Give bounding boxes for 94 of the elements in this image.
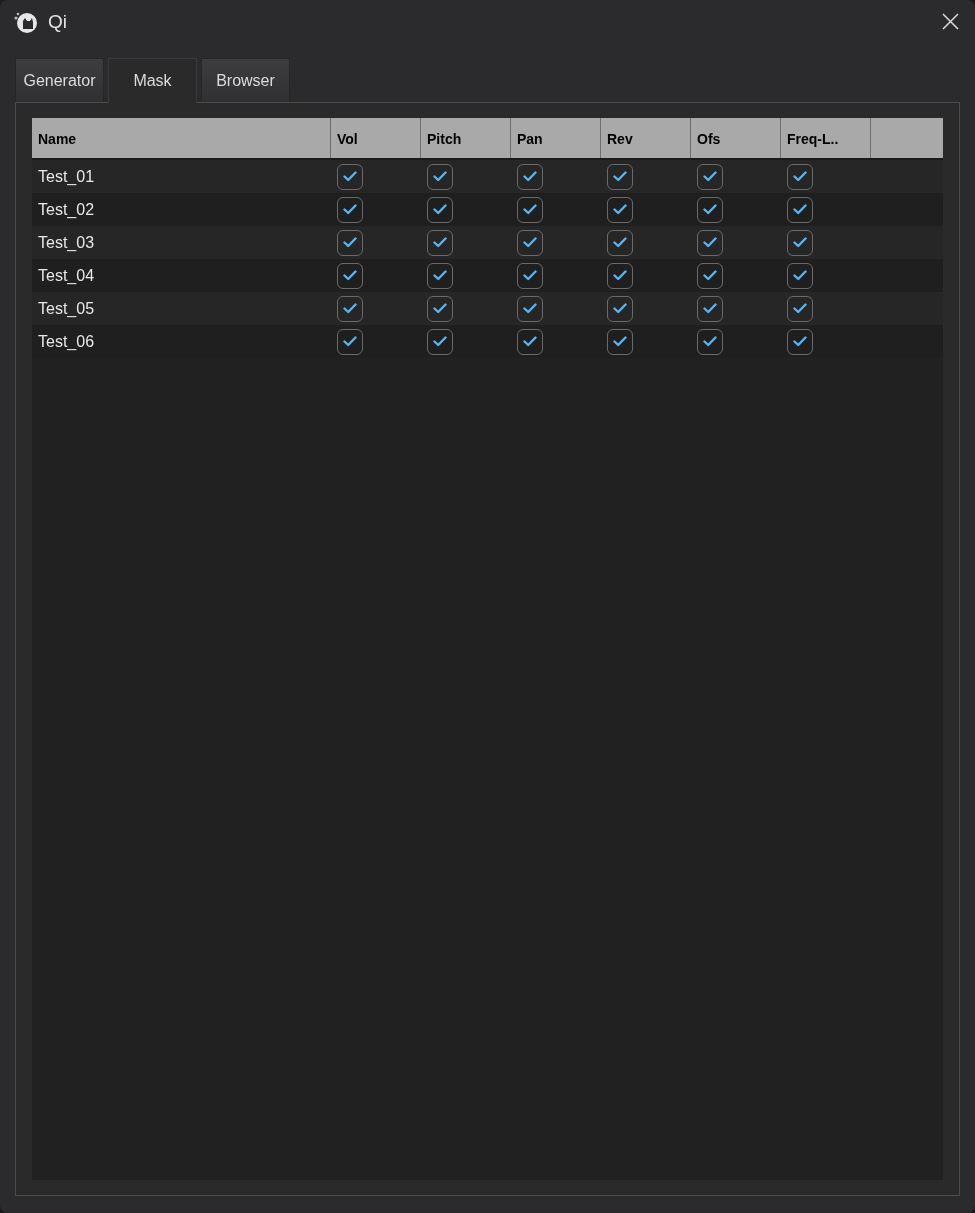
checkbox[interactable] (517, 328, 543, 355)
checkbox[interactable] (427, 196, 453, 223)
checkmark-icon (613, 204, 627, 215)
checkmark-icon (343, 204, 357, 215)
checkbox[interactable] (787, 196, 813, 223)
tab[interactable]: Generator (15, 58, 104, 102)
checkbox[interactable] (337, 229, 363, 256)
checkmark-icon (613, 336, 627, 347)
checkbox[interactable] (427, 229, 453, 256)
checkbox[interactable] (517, 196, 543, 223)
checkmark-icon (703, 336, 717, 347)
column-header[interactable]: Freq-L.. (781, 118, 871, 158)
checkbox[interactable] (427, 262, 453, 289)
table-row[interactable]: Test_05 (32, 292, 943, 325)
checkbox[interactable] (697, 163, 723, 190)
row-name-cell-text: Test_06 (37, 332, 96, 351)
checkmark-icon (433, 171, 447, 182)
checkmark-icon (523, 171, 537, 182)
checkmark-icon (703, 303, 717, 314)
checkmark-icon (433, 336, 447, 347)
tab[interactable]: Browser (201, 58, 290, 102)
checkmark-icon (433, 270, 447, 281)
checkmark-icon (343, 303, 357, 314)
checkbox[interactable] (787, 295, 813, 322)
checkbox[interactable] (427, 295, 453, 322)
column-header[interactable]: Pan (511, 118, 601, 158)
checkbox[interactable] (427, 163, 453, 190)
row-name-cell-text: Test_04 (37, 266, 96, 285)
checkmark-icon (793, 336, 807, 347)
table-row[interactable]: Test_03 (32, 226, 943, 259)
checkmark-icon (613, 171, 627, 182)
checkmark-icon (433, 204, 447, 215)
checkbox[interactable] (787, 163, 813, 190)
checkbox[interactable] (337, 262, 363, 289)
checkbox[interactable] (607, 163, 633, 190)
checkmark-icon (703, 171, 717, 182)
checkbox[interactable] (697, 196, 723, 223)
checkbox[interactable] (427, 328, 453, 355)
checkbox[interactable] (337, 163, 363, 190)
tab[interactable]: Mask (108, 58, 197, 103)
checkbox[interactable] (607, 196, 633, 223)
checkmark-icon (343, 237, 357, 248)
checkbox[interactable] (787, 262, 813, 289)
checkbox[interactable] (787, 229, 813, 256)
column-header[interactable]: Rev (601, 118, 691, 158)
column-header[interactable]: Name (32, 118, 331, 158)
checkmark-icon (343, 336, 357, 347)
column-header[interactable]: Vol (331, 118, 421, 158)
checkmark-icon (793, 204, 807, 215)
checkbox[interactable] (337, 328, 363, 355)
checkmark-icon (703, 204, 717, 215)
checkbox[interactable] (787, 328, 813, 355)
checkbox[interactable] (517, 163, 543, 190)
window-title: Qi (48, 11, 67, 33)
checkmark-icon (793, 270, 807, 281)
column-header[interactable]: Ofs (691, 118, 781, 158)
checkmark-icon (433, 303, 447, 314)
checkmark-icon (613, 237, 627, 248)
checkbox[interactable] (697, 229, 723, 256)
checkmark-icon (523, 270, 537, 281)
column-header[interactable]: Pitch (421, 118, 511, 158)
checkbox[interactable] (607, 262, 633, 289)
table-row[interactable]: Test_01 (32, 160, 943, 193)
row-name-cell-text: Test_02 (37, 200, 96, 219)
checkbox[interactable] (697, 262, 723, 289)
close-icon (941, 12, 959, 30)
checkmark-icon (523, 336, 537, 347)
checkmark-icon (613, 303, 627, 314)
checkmark-icon (703, 237, 717, 248)
checkbox[interactable] (517, 295, 543, 322)
checkmark-icon (343, 171, 357, 182)
row-name-cell-text: Test_05 (37, 299, 96, 318)
row-name-cell-text: Test_03 (37, 233, 96, 252)
checkmark-icon (433, 237, 447, 248)
checkbox[interactable] (697, 328, 723, 355)
checkmark-icon (793, 171, 807, 182)
checkbox[interactable] (697, 295, 723, 322)
checkmark-icon (523, 204, 537, 215)
checkbox[interactable] (607, 229, 633, 256)
checkmark-icon (523, 237, 537, 248)
checkmark-icon (793, 237, 807, 248)
row-name-cell-text: Test_01 (37, 167, 96, 186)
checkbox[interactable] (517, 229, 543, 256)
checkmark-icon (793, 303, 807, 314)
app-logo-icon (13, 10, 37, 34)
checkbox[interactable] (337, 196, 363, 223)
checkbox[interactable] (517, 262, 543, 289)
checkmark-icon (613, 270, 627, 281)
checkbox[interactable] (607, 295, 633, 322)
checkmark-icon (703, 270, 717, 281)
checkbox[interactable] (607, 328, 633, 355)
checkbox[interactable] (337, 295, 363, 322)
checkmark-icon (523, 303, 537, 314)
checkmark-icon (343, 270, 357, 281)
